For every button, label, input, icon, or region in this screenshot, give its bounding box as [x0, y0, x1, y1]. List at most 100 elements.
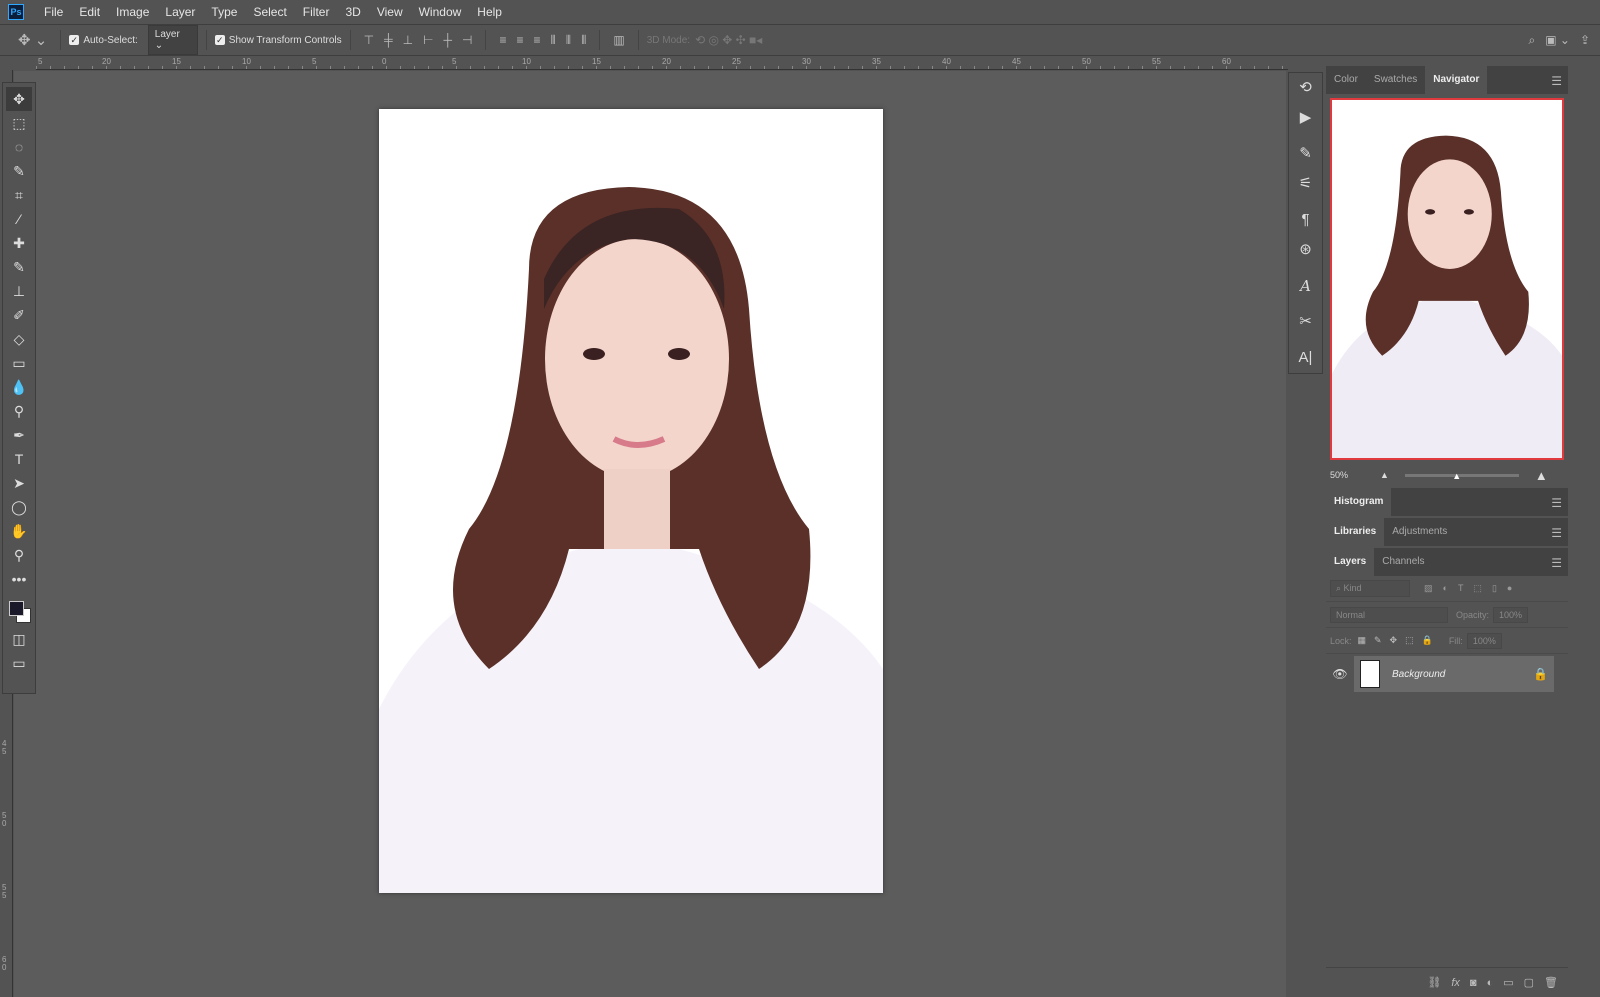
- zoom-level[interactable]: 50%: [1330, 470, 1380, 480]
- layer-row-background[interactable]: 👁 Background 🔒: [1326, 656, 1568, 692]
- zoom-slider-handle[interactable]: ▲: [1452, 471, 1461, 481]
- layer-filter-kind[interactable]: ⌕ Kind: [1330, 580, 1410, 597]
- dodge-icon[interactable]: ⚲: [6, 399, 32, 423]
- menu-select[interactable]: Select: [245, 5, 294, 19]
- tab-navigator[interactable]: Navigator: [1425, 66, 1488, 94]
- foreground-color[interactable]: [9, 601, 24, 616]
- screen-mode-icon[interactable]: ▭: [6, 651, 32, 675]
- tab-histogram[interactable]: Histogram: [1326, 488, 1392, 516]
- menu-view[interactable]: View: [369, 5, 411, 19]
- document-canvas[interactable]: [379, 109, 883, 893]
- auto-select-checkbox[interactable]: ✓: [69, 35, 80, 45]
- healing-icon[interactable]: ✚: [6, 231, 32, 255]
- align-hcenter-icon[interactable]: ┼: [444, 33, 453, 47]
- menu-help[interactable]: Help: [469, 5, 510, 19]
- new-layer-icon[interactable]: ▢: [1524, 976, 1534, 989]
- tab-channels[interactable]: Channels: [1374, 548, 1432, 576]
- tool-presets-icon[interactable]: ✂: [1289, 307, 1322, 337]
- panel-menu-icon[interactable]: ☰: [1551, 74, 1562, 88]
- marquee-icon[interactable]: ⬚: [6, 111, 32, 135]
- history-icon[interactable]: ⟲: [1289, 73, 1322, 103]
- blend-mode-dropdown[interactable]: Normal: [1330, 606, 1448, 623]
- eraser-icon[interactable]: ◇: [6, 327, 32, 351]
- zoom-slider[interactable]: ▲: [1404, 471, 1519, 481]
- adjustment-layer-icon[interactable]: ◐: [1487, 977, 1494, 989]
- auto-select-target-dropdown[interactable]: Layer ⌄: [147, 25, 198, 55]
- layer-filter-icons[interactable]: ▨◐T⬚▯●: [1424, 583, 1522, 594]
- link-layers-icon[interactable]: ⛓: [1427, 976, 1441, 989]
- brushes-icon[interactable]: ✎: [1289, 139, 1322, 169]
- character-icon[interactable]: A: [1289, 271, 1322, 301]
- tab-libraries[interactable]: Libraries: [1326, 518, 1385, 546]
- distribute-top-icon[interactable]: ≡: [499, 33, 506, 47]
- layer-item[interactable]: Background 🔒: [1354, 656, 1554, 692]
- distribute-right-icon[interactable]: ⦀: [581, 33, 586, 48]
- add-mask-icon[interactable]: ◙: [1470, 977, 1477, 989]
- search-icon[interactable]: ⌕: [1528, 33, 1535, 48]
- history-brush-icon[interactable]: ✐: [6, 303, 32, 327]
- eyedropper-icon[interactable]: ⁄: [6, 207, 32, 231]
- path-select-icon[interactable]: ➤: [6, 471, 32, 495]
- move-icon[interactable]: ✥: [6, 87, 32, 111]
- show-transform-checkbox[interactable]: ✓: [214, 35, 225, 45]
- menu-layer[interactable]: Layer: [157, 5, 203, 19]
- crop-icon[interactable]: ⌗: [6, 183, 32, 207]
- menu-3d[interactable]: 3D: [337, 5, 368, 19]
- type-icon[interactable]: T: [6, 447, 32, 471]
- tab-color[interactable]: Color: [1326, 66, 1366, 94]
- 3d-rotate-icon[interactable]: ⟲ ◎ ✥ ✣ ■◂: [695, 33, 762, 47]
- align-right-icon[interactable]: ⊣: [462, 33, 472, 47]
- ellipse-icon[interactable]: ◯: [6, 495, 32, 519]
- brush-icon[interactable]: ✎: [6, 255, 32, 279]
- navigator-preview[interactable]: [1330, 98, 1564, 460]
- menu-filter[interactable]: Filter: [295, 5, 338, 19]
- zoom-icon[interactable]: ⚲: [6, 543, 32, 567]
- paragraph-icon[interactable]: ¶: [1289, 205, 1322, 235]
- pen-icon[interactable]: ✒: [6, 423, 32, 447]
- new-group-icon[interactable]: ▭: [1503, 976, 1513, 989]
- panel-menu-icon[interactable]: ☰: [1551, 556, 1562, 570]
- tab-swatches[interactable]: Swatches: [1366, 66, 1425, 94]
- tab-adjustments[interactable]: Adjustments: [1384, 518, 1455, 546]
- hand-icon[interactable]: ✋: [6, 519, 32, 543]
- stamp-icon[interactable]: ⊥: [6, 279, 32, 303]
- distribute-hcenter-icon[interactable]: ⦀: [566, 33, 571, 48]
- delete-layer-icon[interactable]: 🗑: [1544, 976, 1558, 989]
- actions-play-icon[interactable]: ▶: [1289, 103, 1322, 133]
- glyphs-icon[interactable]: ⊛: [1289, 235, 1322, 265]
- menu-edit[interactable]: Edit: [71, 5, 108, 19]
- zoom-in-icon[interactable]: ▲: [1535, 468, 1548, 483]
- fill-input[interactable]: 100%: [1466, 632, 1502, 649]
- lasso-icon[interactable]: ◌: [6, 135, 32, 159]
- gradient-icon[interactable]: ▭: [6, 351, 32, 375]
- distribute-bottom-icon[interactable]: ≡: [534, 33, 541, 47]
- color-swatches[interactable]: [6, 597, 32, 627]
- panel-menu-icon[interactable]: ☰: [1551, 496, 1562, 510]
- quick-mask-icon[interactable]: ◫: [6, 627, 32, 651]
- align-top-icon[interactable]: ⊤: [364, 33, 374, 47]
- fx-icon[interactable]: fx: [1451, 977, 1460, 989]
- properties-icon[interactable]: ⚟: [1289, 169, 1322, 199]
- align-vcenter-icon[interactable]: ╪: [384, 33, 393, 47]
- visibility-eye-icon[interactable]: 👁: [1326, 667, 1354, 681]
- auto-align-icon[interactable]: ▥: [613, 33, 624, 47]
- share-icon[interactable]: ⇪: [1580, 33, 1590, 48]
- blur-icon[interactable]: 💧: [6, 375, 32, 399]
- character-styles-icon[interactable]: A|: [1289, 343, 1322, 373]
- menu-file[interactable]: File: [36, 5, 71, 19]
- align-bottom-icon[interactable]: ⊥: [403, 33, 413, 47]
- panel-menu-icon[interactable]: ☰: [1551, 526, 1562, 540]
- menu-type[interactable]: Type: [203, 5, 245, 19]
- menu-image[interactable]: Image: [108, 5, 157, 19]
- workspace-icon[interactable]: ▣ ⌄: [1545, 33, 1570, 48]
- distribute-vcenter-icon[interactable]: ≡: [516, 33, 523, 47]
- opacity-input[interactable]: 100%: [1493, 606, 1529, 623]
- menu-window[interactable]: Window: [411, 5, 470, 19]
- distribute-left-icon[interactable]: ⦀: [551, 33, 556, 48]
- tab-layers[interactable]: Layers: [1326, 548, 1375, 576]
- more-icon[interactable]: •••: [6, 567, 32, 591]
- align-left-icon[interactable]: ⊢: [423, 33, 433, 47]
- zoom-out-icon[interactable]: ▲: [1380, 470, 1389, 480]
- quick-select-icon[interactable]: ✎: [6, 159, 32, 183]
- move-tool-icon[interactable]: ✥ ⌄: [18, 31, 47, 49]
